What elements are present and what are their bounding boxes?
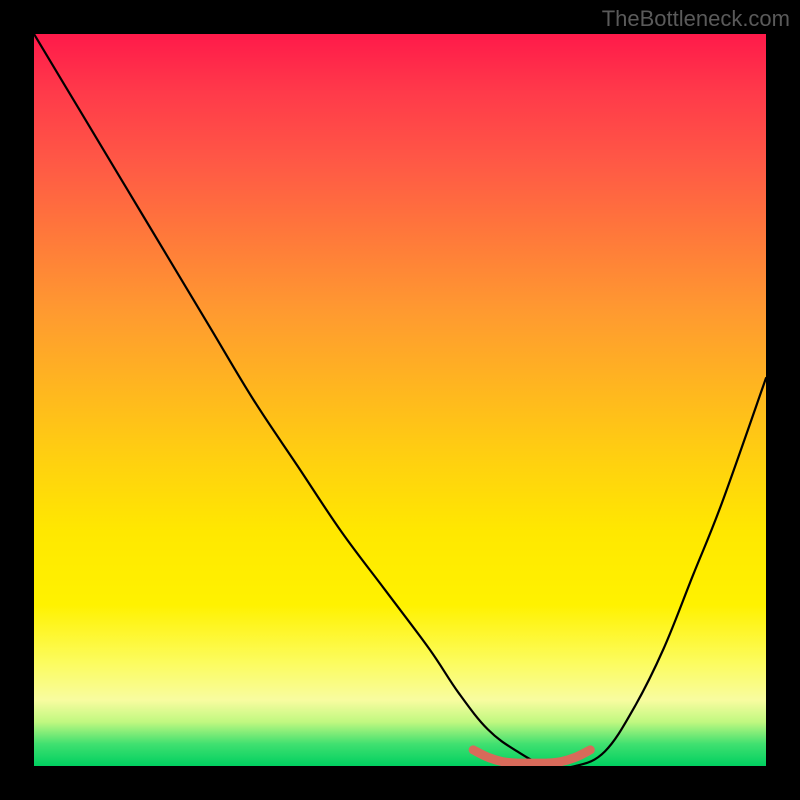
chart-svg xyxy=(34,34,766,766)
plot-area xyxy=(34,34,766,766)
bottleneck-curve xyxy=(34,34,766,766)
optimal-range-marker xyxy=(473,750,590,763)
watermark-text: TheBottleneck.com xyxy=(602,6,790,32)
chart-container: TheBottleneck.com xyxy=(0,0,800,800)
